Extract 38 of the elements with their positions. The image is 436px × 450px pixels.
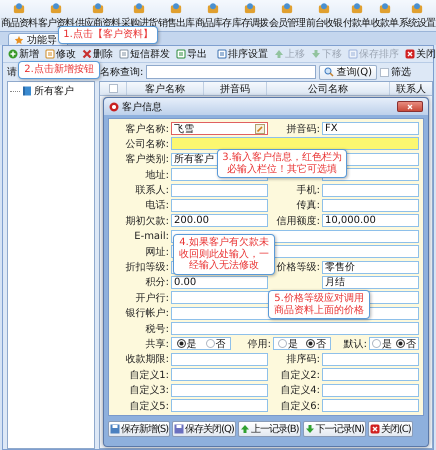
field-label: 网址:	[144, 246, 169, 259]
field-label: 税号:	[144, 322, 169, 336]
field-label: 银行帐户:	[124, 306, 169, 320]
field-label: 联系人:	[134, 184, 169, 198]
field-label: 地址:	[144, 168, 169, 182]
field-label: 收款期限:	[124, 352, 169, 366]
field-label: 自定义5:	[128, 400, 169, 413]
hint-tooltip: 3.输入客户信息，红色栏为必输入栏位！其它可选填	[217, 149, 347, 178]
field-label: 自定义1:	[128, 368, 169, 382]
field-label: E-mail:	[133, 230, 169, 242]
field-label: 价格等级:	[276, 260, 320, 274]
field-label: 拼音码:	[286, 122, 320, 136]
field-label: 传真:	[296, 198, 320, 212]
field-label: 手机:	[296, 184, 320, 198]
field-label: 停用:	[246, 338, 271, 351]
field-label: 客户类别:	[124, 152, 169, 166]
field-label: 默认:	[342, 338, 367, 351]
dialog-title: 客户信息	[122, 100, 163, 114]
field-label: 自定义6:	[279, 400, 320, 413]
search-label: 名称查询:	[100, 66, 144, 79]
field-label: 客户名称:	[124, 122, 169, 136]
field-label: 期初欠款:	[124, 214, 169, 228]
field-label: 自定义2:	[279, 368, 320, 382]
hint-tooltip: 5.价格等级应对调用商品资料上面的价格	[268, 290, 370, 319]
hint-tooltip: 1.点击【客户资料】	[58, 26, 158, 44]
label-text: 请	[7, 66, 17, 79]
field-label: 积分:	[144, 276, 169, 290]
field-label: 开户行:	[134, 292, 169, 305]
hint-tooltip: 2.点击新增按钮	[18, 61, 100, 78]
hint-tooltip: 4.如果客户有欠款未收回则此处输入，一经输入无法修改	[173, 234, 275, 274]
field-label: 公司名称:	[124, 138, 169, 151]
field-label: 电话:	[144, 198, 169, 212]
field-label: 信用额度:	[276, 214, 320, 228]
field-label: 自定义4:	[279, 384, 320, 398]
field-label: 自定义3:	[128, 384, 169, 398]
field-label: 折扣等级:	[124, 260, 169, 274]
field-label: 共享:	[144, 338, 169, 351]
field-label: 排序码:	[286, 352, 320, 366]
